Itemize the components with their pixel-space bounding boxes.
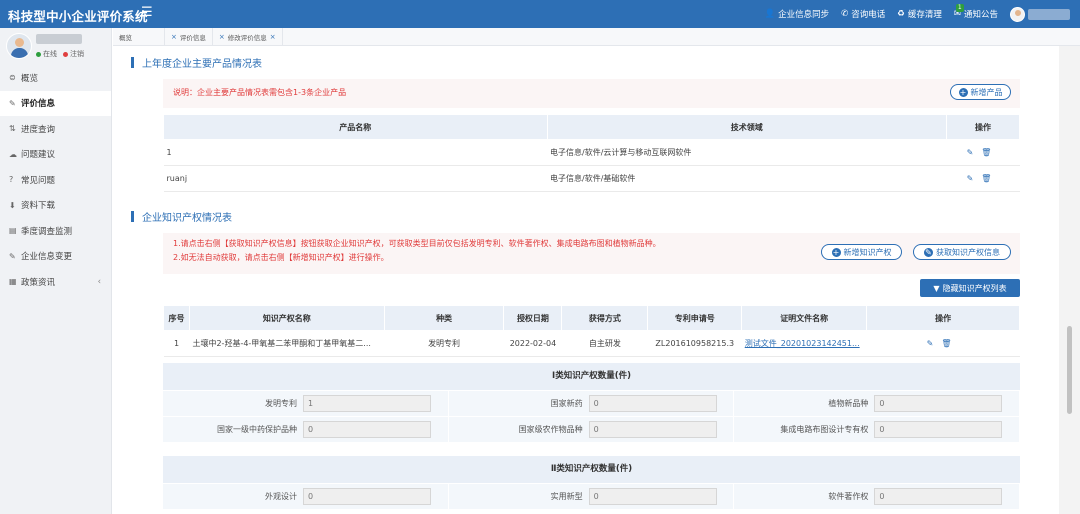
- online-status: 在线: [36, 49, 57, 59]
- sidebar-item-progress[interactable]: ⇅ 进度查询: [0, 116, 111, 142]
- chevron-left-icon: ‹: [97, 276, 101, 287]
- sidebar: 在线 注销 ⊜ 概览 ✎ 评价信息 ⇅ 进度查询 ☁ 问题建议 ? 常见问题 ⬇ 资料下载 …: [0, 28, 112, 514]
- phone-icon: ✆: [841, 9, 849, 19]
- invention-patent-field[interactable]: 1: [303, 395, 431, 412]
- tcm-protection-field[interactable]: 0: [303, 421, 431, 438]
- table-header: 序号 知识产权名称 种类 授权日期 获得方式 专利申请号 证明文件名称 操作: [163, 305, 1020, 331]
- filter-icon: ▼: [933, 283, 940, 293]
- user-icon: 👤: [764, 9, 776, 19]
- utility-model-field[interactable]: 0: [588, 488, 717, 505]
- add-product-button[interactable]: + 新增产品: [950, 84, 1011, 100]
- plus-icon: +: [958, 87, 968, 97]
- sort-icon: ⇅: [9, 124, 16, 134]
- sidebar-item-survey[interactable]: ▤ 季度调查监测: [0, 218, 111, 244]
- question-icon: ?: [9, 175, 14, 185]
- hotline-button[interactable]: ✆ 咨询电话: [841, 8, 885, 20]
- software-copyright-field[interactable]: 0: [874, 488, 1003, 505]
- class2-title: Ⅱ类知识产权数量(件): [163, 456, 1020, 483]
- close-icon[interactable]: ×: [171, 33, 177, 41]
- table-icon: ▤: [9, 226, 17, 236]
- class2-ip-panel: Ⅱ类知识产权数量(件) 外观设计 0 实用新型 0 软件著作权 0: [163, 456, 1021, 509]
- mail-icon: ✉ 1: [953, 4, 964, 19]
- scrollbar[interactable]: [1059, 46, 1080, 514]
- class1-title: Ⅰ类知识产权数量(件): [163, 363, 1020, 390]
- notice-badge: 1: [955, 4, 964, 12]
- notice-button[interactable]: ✉ 1 通知公告: [953, 4, 998, 20]
- sync-info-button[interactable]: 👤 企业信息同步: [764, 8, 829, 20]
- delete-icon[interactable]: 🗑: [941, 339, 959, 348]
- sidebar-item-evaluation[interactable]: ✎ 评价信息: [0, 90, 111, 116]
- news-icon: ▦: [9, 277, 17, 287]
- menu-toggle-icon[interactable]: ☰: [141, 5, 153, 20]
- crop-variety-field[interactable]: 0: [588, 421, 717, 438]
- sidebar-item-feedback[interactable]: ☁ 问题建议: [0, 142, 111, 168]
- proof-file-link[interactable]: 测试文件_20201023142451...: [745, 339, 860, 348]
- ic-layout-field[interactable]: 0: [874, 421, 1003, 438]
- avatar: [1010, 6, 1025, 22]
- add-ip-button[interactable]: + 新增知识产权: [821, 244, 902, 260]
- sidebar-item-downloads[interactable]: ⬇ 资料下载: [0, 193, 111, 219]
- user-menu[interactable]: [1010, 6, 1070, 22]
- dashboard-icon: ⊜: [9, 73, 16, 83]
- products-note: 说明：企业主要产品情况表需包含1-3条企业产品: [173, 88, 347, 97]
- user-name-redacted: [36, 34, 82, 44]
- user-name-redacted: [1028, 8, 1070, 20]
- table-row: 1 电子信息/软件/云计算与移动互联网软件 ✎🗑: [163, 139, 1020, 166]
- edit-icon[interactable]: ✎: [927, 339, 942, 348]
- edit-icon[interactable]: ✎: [967, 148, 982, 157]
- tab-overview[interactable]: 概览: [113, 28, 165, 46]
- design-patent-field[interactable]: 0: [303, 488, 431, 505]
- tab-edit-evaluation[interactable]: × 修改评价信息 ×: [213, 28, 283, 46]
- sidebar-item-faq[interactable]: ? 常见问题: [0, 167, 111, 193]
- delete-icon[interactable]: 🗑: [981, 148, 999, 157]
- edit-icon[interactable]: ✎: [967, 174, 982, 183]
- products-section-title: 上年度企业主要产品情况表: [131, 55, 262, 70]
- download-icon: ⬇: [9, 200, 16, 210]
- close-icon[interactable]: ×: [219, 33, 225, 41]
- new-drug-field[interactable]: 0: [588, 395, 717, 412]
- ip-table: 序号 知识产权名称 种类 授权日期 获得方式 专利申请号 证明文件名称 操作 1…: [163, 305, 1020, 357]
- plus-icon: +: [831, 247, 841, 257]
- app-title: 科技型中小企业评价系统: [8, 9, 148, 24]
- clear-cache-button[interactable]: ♻ 缓存清理: [897, 8, 942, 20]
- user-panel: 在线 注销: [0, 28, 111, 65]
- user-avatar: [6, 33, 32, 59]
- scrollbar-thumb[interactable]: [1067, 326, 1072, 414]
- hide-ip-list-button[interactable]: ▼ 隐藏知识产权列表: [920, 279, 1020, 297]
- ip-note-2: 2.如无法自动获取，请点击右侧【新增知识产权】进行操作。: [173, 253, 389, 262]
- header-actions: 👤 企业信息同步 ✆ 咨询电话 ♻ 缓存清理 ✉ 1 通知公告: [764, 0, 1070, 28]
- table-row: ruanj 电子信息/软件/基础软件 ✎🗑: [163, 165, 1020, 192]
- main-content: 上年度企业主要产品情况表 说明：企业主要产品情况表需包含1-3条企业产品 + 新增…: [113, 46, 1059, 514]
- edit-circle-icon: ✎: [924, 247, 933, 257]
- ip-section-title: 企业知识产权情况表: [131, 209, 232, 224]
- plant-variety-field[interactable]: 0: [874, 395, 1003, 412]
- class1-ip-panel: Ⅰ类知识产权数量(件) 发明专利 1 国家新药 0 植物新品种 0 国家一级中药保护品…: [163, 363, 1021, 442]
- edit-icon: ✎: [9, 98, 16, 108]
- tab-bar: 概览 × 评价信息 × 修改评价信息 ×: [113, 28, 1080, 46]
- tab-evaluation[interactable]: × 评价信息: [165, 28, 213, 46]
- comment-icon: ☁: [9, 149, 17, 159]
- top-bar: 科技型中小企业评价系统 ☰ 👤 企业信息同步 ✆ 咨询电话 ♻ 缓存清理 ✉ 1 通知公告: [0, 0, 1080, 28]
- fetch-ip-button[interactable]: ✎ 获取知识产权信息: [913, 244, 1011, 260]
- table-row: 1 土壤中2-羟基-4-甲氧基二苯甲酮和丁基甲氧基二... 发明专利 2022-…: [163, 330, 1020, 357]
- table-header: 产品名称 技术领域 操作: [163, 114, 1020, 140]
- logout-link[interactable]: 注销: [63, 49, 84, 59]
- delete-icon[interactable]: 🗑: [981, 174, 999, 183]
- ip-note-1: 1.请点击右侧【获取知识产权信息】按钮获取企业知识产权，可获取类型目前仅包括发明…: [173, 239, 661, 248]
- edit-icon: ✎: [9, 251, 16, 261]
- products-table: 产品名称 技术领域 操作 1 电子信息/软件/云计算与移动互联网软件 ✎🗑 ru…: [163, 114, 1020, 192]
- sidebar-item-company-change[interactable]: ✎ 企业信息变更: [0, 244, 111, 270]
- close-icon[interactable]: ×: [270, 33, 276, 41]
- sidebar-item-policy[interactable]: ▦ 政策资讯 ‹: [0, 269, 111, 295]
- recycle-icon: ♻: [897, 9, 905, 19]
- sidebar-item-overview[interactable]: ⊜ 概览: [0, 65, 111, 91]
